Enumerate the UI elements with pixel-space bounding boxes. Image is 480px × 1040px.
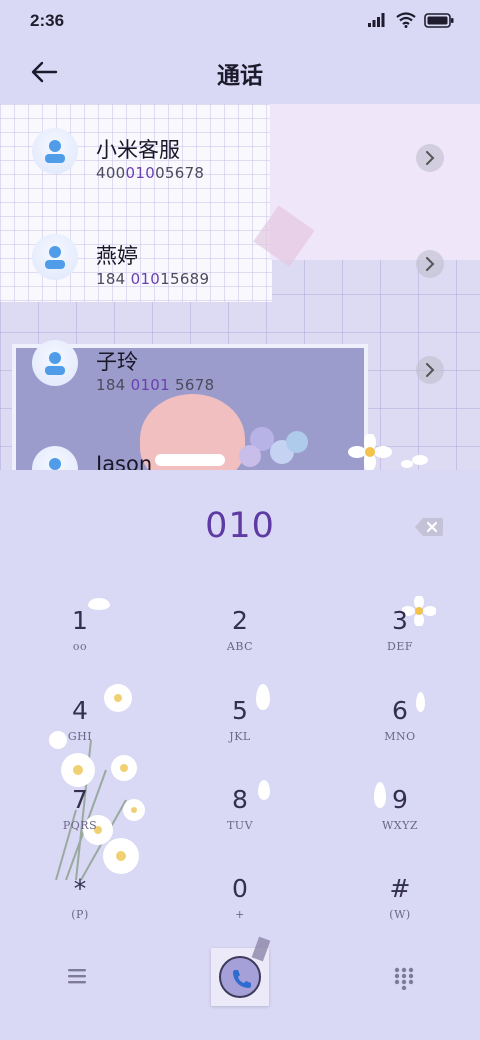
contact-name: Jason bbox=[96, 452, 153, 470]
key-digit: 8 bbox=[232, 785, 248, 814]
contact-detail-button[interactable] bbox=[416, 250, 444, 278]
key-1[interactable]: 1 oo bbox=[15, 606, 145, 682]
phone-icon bbox=[233, 970, 251, 988]
key-digit: 0 bbox=[232, 874, 248, 903]
key-5[interactable]: 5 JKL bbox=[175, 696, 305, 772]
keypad-icon bbox=[394, 967, 414, 991]
key-letters: oo bbox=[72, 640, 88, 653]
key-3[interactable]: 3 DEF bbox=[335, 606, 465, 682]
key-digit: * bbox=[73, 874, 87, 903]
key-letters: PQRS bbox=[62, 819, 98, 832]
avatar bbox=[32, 446, 78, 470]
contact-detail-button[interactable] bbox=[416, 144, 444, 172]
key-2[interactable]: 2 ABC bbox=[175, 606, 305, 682]
key-digit: 9 bbox=[392, 785, 408, 814]
contact-name: 燕婷 bbox=[96, 244, 138, 268]
key-letters: (P) bbox=[71, 908, 89, 921]
key-7[interactable]: 7 PQRS bbox=[15, 785, 145, 861]
number-prefix: 400 bbox=[96, 164, 126, 182]
key-digit: # bbox=[389, 874, 411, 903]
contact-row[interactable]: Jason bbox=[0, 422, 480, 470]
dialpad: 010 1 oo 2 ABC 3 DEF 4 GHI 5 JKL 6 MNO 7… bbox=[0, 470, 480, 1040]
key-0[interactable]: 0 + bbox=[175, 874, 305, 950]
contact-row[interactable]: 燕婷 184 01015689 bbox=[0, 210, 480, 316]
avatar bbox=[32, 234, 78, 280]
number-suffix: 05678 bbox=[155, 164, 205, 182]
number-match: 010 bbox=[125, 164, 156, 182]
status-bar: 2:36 bbox=[0, 0, 480, 42]
number-prefix: 184 bbox=[96, 270, 131, 288]
bottom-bar bbox=[0, 936, 480, 1018]
number-match: 0101 bbox=[130, 376, 170, 394]
contact-number: 184 01015689 bbox=[96, 270, 209, 288]
status-icons bbox=[368, 12, 454, 28]
contact-list: 小米客服 40001005678 燕婷 184 01015689 子玲 184 … bbox=[0, 104, 480, 470]
key-digit: 5 bbox=[232, 696, 248, 725]
key-letters: TUV bbox=[226, 819, 254, 832]
key-4[interactable]: 4 GHI bbox=[15, 696, 145, 772]
key-digit: 1 bbox=[72, 606, 88, 635]
status-time: 2:36 bbox=[30, 11, 65, 30]
number-suffix: 15689 bbox=[160, 270, 210, 288]
person-icon bbox=[45, 140, 65, 163]
page-title: 通话 bbox=[217, 63, 263, 89]
key-letters: + bbox=[235, 908, 245, 921]
key-letters: (W) bbox=[389, 908, 411, 921]
number-suffix: 5678 bbox=[169, 376, 215, 394]
person-icon bbox=[45, 246, 65, 269]
key-letters: GHI bbox=[67, 730, 93, 743]
call-button[interactable] bbox=[211, 936, 271, 1006]
call-button-circle bbox=[219, 956, 261, 998]
key-letters: MNO bbox=[384, 730, 416, 743]
key-9[interactable]: 9 WXYZ bbox=[335, 785, 465, 861]
header: 通话 bbox=[0, 42, 480, 102]
person-icon bbox=[49, 458, 61, 470]
wifi-icon bbox=[396, 12, 416, 28]
backspace-button[interactable] bbox=[414, 516, 444, 538]
contact-detail-button[interactable] bbox=[416, 356, 444, 384]
key-digit: 2 bbox=[232, 606, 248, 635]
contact-number: 184 0101 5678 bbox=[96, 376, 214, 394]
key-letters: JKL bbox=[229, 730, 251, 743]
number-match: 010 bbox=[130, 270, 161, 288]
avatar bbox=[32, 128, 78, 174]
contact-row[interactable]: 子玲 184 0101 5678 bbox=[0, 316, 480, 422]
dialed-number: 010 bbox=[205, 506, 275, 546]
key-6[interactable]: 6 MNO bbox=[335, 696, 465, 772]
key-digit: 3 bbox=[392, 606, 408, 635]
contact-name: 小米客服 bbox=[96, 138, 180, 162]
keypad-toggle-button[interactable] bbox=[392, 966, 416, 991]
avatar bbox=[32, 340, 78, 386]
key-star[interactable]: * (P) bbox=[15, 874, 145, 950]
contact-name: 子玲 bbox=[96, 350, 138, 374]
key-hash[interactable]: # (W) bbox=[335, 874, 465, 950]
contact-number: 40001005678 bbox=[96, 164, 204, 182]
battery-icon bbox=[424, 12, 454, 28]
chevron-right-icon bbox=[426, 257, 435, 271]
key-digit: 4 bbox=[72, 696, 88, 725]
key-letters: WXYZ bbox=[381, 819, 419, 832]
menu-icon bbox=[68, 969, 86, 984]
key-8[interactable]: 8 TUV bbox=[175, 785, 305, 861]
contact-row[interactable]: 小米客服 40001005678 bbox=[0, 104, 480, 210]
menu-button[interactable] bbox=[66, 966, 90, 986]
key-letters: DEF bbox=[387, 640, 413, 653]
chevron-right-icon bbox=[426, 363, 435, 377]
key-digit: 6 bbox=[392, 696, 408, 725]
key-letters: ABC bbox=[226, 640, 254, 653]
key-digit: 7 bbox=[72, 785, 88, 814]
signal-icon bbox=[368, 13, 385, 27]
number-prefix: 184 bbox=[96, 376, 131, 394]
backspace-icon bbox=[415, 518, 443, 536]
chevron-right-icon bbox=[426, 151, 435, 165]
person-icon bbox=[45, 352, 65, 375]
